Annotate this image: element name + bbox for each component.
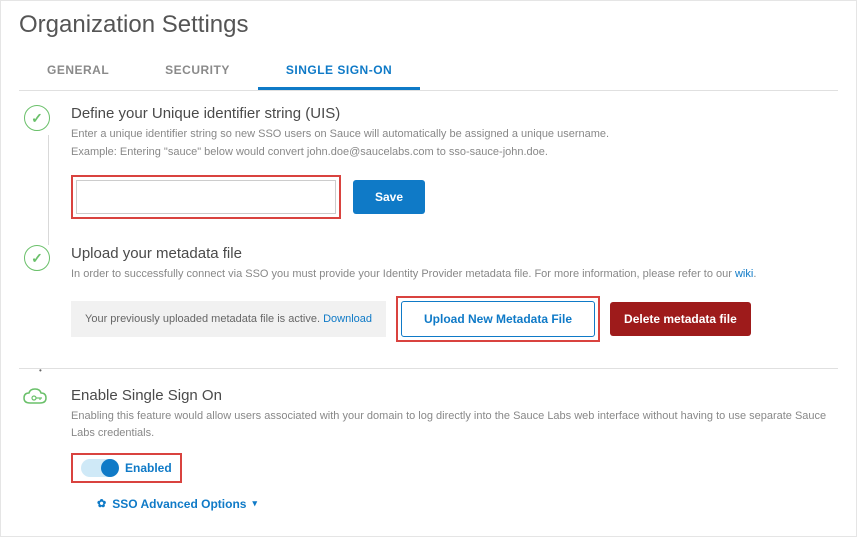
step-complete-icon: ✓ — [24, 105, 50, 131]
step-complete-icon: ✓ — [24, 245, 50, 271]
page-title: Organization Settings — [19, 11, 838, 39]
tab-single-sign-on[interactable]: SINGLE SIGN-ON — [258, 53, 420, 90]
enable-sso-toggle-label: Enabled — [125, 461, 172, 475]
cloud-key-icon — [22, 387, 52, 414]
uis-input[interactable] — [76, 180, 336, 214]
check-icon: ✓ — [31, 110, 43, 127]
step-icon-col: ✓ — [19, 105, 55, 131]
chevron-down-icon: ▾ — [252, 498, 257, 509]
enable-sso-toggle[interactable] — [81, 459, 117, 477]
metadata-desc-post: . — [753, 268, 756, 280]
upload-metadata-button[interactable]: Upload New Metadata File — [401, 301, 595, 337]
section-divider: • — [19, 368, 838, 369]
metadata-description: In order to successfully connect via SSO… — [71, 266, 838, 284]
toggle-knob — [101, 459, 119, 477]
metadata-desc-pre: In order to successfully connect via SSO… — [71, 268, 735, 280]
uis-input-highlight — [71, 175, 341, 219]
sso-advanced-options-link[interactable]: ✿ SSO Advanced Options ▾ — [97, 497, 257, 511]
tab-general[interactable]: GENERAL — [19, 53, 137, 90]
enable-sso-heading: Enable Single Sign On — [71, 387, 838, 404]
save-button[interactable]: Save — [353, 180, 425, 214]
organization-settings-page: Organization Settings GENERAL SECURITY S… — [0, 0, 857, 537]
uis-heading: Define your Unique identifier string (UI… — [71, 105, 838, 122]
metadata-heading: Upload your metadata file — [71, 245, 838, 262]
uis-description-1: Enter a unique identifier string so new … — [71, 126, 838, 144]
tab-security[interactable]: SECURITY — [137, 53, 258, 90]
check-icon: ✓ — [31, 250, 43, 267]
step-connector-line — [48, 135, 49, 245]
toggle-highlight: Enabled — [71, 453, 182, 483]
settings-tabs: GENERAL SECURITY SINGLE SIGN-ON — [19, 53, 838, 91]
metadata-status-box: Your previously uploaded metadata file i… — [71, 301, 386, 337]
advanced-options-label: SSO Advanced Options — [112, 497, 246, 511]
enable-sso-description: Enabling this feature would allow users … — [71, 408, 838, 443]
divider-dot-icon: • — [39, 366, 42, 375]
metadata-status-text: Your previously uploaded metadata file i… — [85, 313, 323, 325]
gear-icon: ✿ — [97, 497, 106, 510]
uis-section: ✓ Define your Unique identifier string (… — [19, 105, 838, 219]
uis-description-2: Example: Entering "sauce" below would co… — [71, 144, 838, 162]
metadata-section: ✓ Upload your metadata file In order to … — [19, 245, 838, 342]
delete-metadata-button[interactable]: Delete metadata file — [610, 302, 751, 336]
upload-button-highlight: Upload New Metadata File — [396, 296, 600, 342]
step-icon-col: ✓ — [19, 245, 55, 271]
step-icon-col — [19, 387, 55, 414]
wiki-link[interactable]: wiki — [735, 268, 753, 280]
enable-sso-section: Enable Single Sign On Enabling this feat… — [19, 387, 838, 513]
download-link[interactable]: Download — [323, 313, 372, 325]
